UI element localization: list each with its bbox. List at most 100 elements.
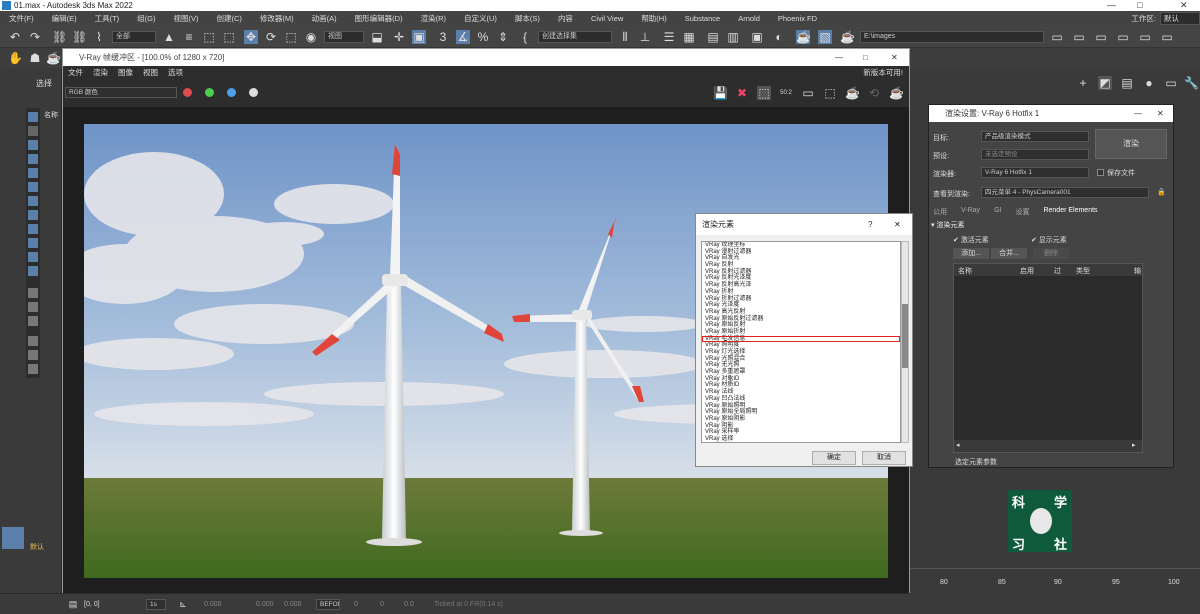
maximize-button[interactable]: □ (1137, 0, 1142, 11)
z-value[interactable]: 0.000 (284, 601, 302, 608)
render-icon-d[interactable]: ▭ (1116, 30, 1130, 44)
clear-image-icon[interactable]: ✖ (735, 86, 749, 100)
name-column-header[interactable]: 名称 (44, 110, 58, 120)
menu-graph-editors[interactable]: 图形编辑器(D) (346, 13, 412, 24)
display-geometry-icon[interactable] (28, 126, 38, 136)
render-teapot-icon[interactable]: ☕ (845, 86, 860, 100)
render-production-icon[interactable]: ☕ (840, 30, 855, 44)
help-button[interactable]: ? (868, 214, 872, 235)
rotate-icon[interactable]: ⟳ (264, 30, 278, 44)
named-selection-select[interactable]: 创建选择集 (538, 31, 612, 43)
select-manipulate-icon[interactable]: ✛ (392, 30, 406, 44)
redo-icon[interactable]: ↷ (28, 30, 42, 44)
bind-space-warp-icon[interactable]: ⌇ (92, 30, 106, 44)
save-image-icon[interactable]: 💾 (713, 86, 728, 100)
utilities-tab-icon[interactable]: 🔧 (1184, 76, 1199, 90)
delete-element-button[interactable]: 删除 (1033, 248, 1069, 259)
vfb-menu-image[interactable]: 图像 (113, 67, 138, 78)
render-elements-list[interactable]: VRay 纹理坐标 VRay 漫射过滤器 VRay 自发光 VRay 反射 VRay 反… (701, 241, 901, 443)
layer-icon[interactable] (28, 364, 38, 374)
scene-explorer-icon[interactable]: ☰ (662, 30, 676, 44)
filter-icon[interactable] (28, 350, 38, 360)
list-scrollbar-thumb[interactable] (902, 304, 908, 368)
menu-scripting[interactable]: 脚本(S) (506, 13, 549, 24)
vfb-menu-render[interactable]: 渲染 (88, 67, 113, 78)
mirror-icon[interactable]: ⫴ (618, 30, 632, 44)
display-all-icon[interactable] (28, 288, 38, 298)
render-icon-c[interactable]: ▭ (1094, 30, 1108, 44)
display-xrefs-icon[interactable] (28, 224, 38, 234)
render-setup-close[interactable]: ✕ (1157, 105, 1164, 122)
blue-channel-icon[interactable] (227, 88, 236, 97)
render-element-item[interactable]: VRay 原始折射 (702, 329, 900, 336)
angle-snap-icon[interactable]: ∡ (456, 30, 470, 44)
display-tab-icon[interactable]: ▭ (1164, 76, 1178, 90)
curve-editor-icon[interactable]: ▥ (726, 30, 740, 44)
green-channel-icon[interactable] (205, 88, 214, 97)
close-button[interactable]: ✕ (1180, 0, 1188, 11)
vfb-minimize[interactable]: — (835, 49, 843, 66)
render-setup-minimize[interactable]: — (1134, 105, 1142, 122)
view-to-render-select[interactable]: 四元菜单 4 - PhysCamera001 (981, 187, 1149, 198)
render-element-item[interactable]: VRay 纹理坐标 (702, 242, 900, 249)
display-lights-icon[interactable] (28, 154, 38, 164)
select-by-name-icon[interactable]: ≡ (182, 30, 196, 44)
col-name[interactable]: 名称 (958, 266, 972, 276)
rect-selection-icon[interactable]: ⬚ (202, 30, 216, 44)
menu-tools[interactable]: 工具(T) (86, 13, 129, 24)
scroll-right-icon[interactable]: ▸ (1132, 441, 1136, 449)
toggle-ribbon-icon[interactable]: ▤ (706, 30, 720, 44)
teapot-icon[interactable]: ☕ (46, 51, 61, 65)
vfb-menu-options[interactable]: 选项 (163, 67, 188, 78)
rendered-frame-window-icon[interactable]: ▧ (818, 30, 832, 44)
render-icon-b[interactable]: ▭ (1072, 30, 1086, 44)
funnel-icon[interactable] (28, 336, 38, 346)
move-icon[interactable]: ✥ (244, 30, 258, 44)
interactive-render-icon[interactable]: ☕ (889, 86, 904, 100)
menu-arnold[interactable]: Arnold (729, 14, 769, 23)
timeline[interactable]: 80 85 90 95 100 (910, 568, 1200, 614)
modify-tab-icon[interactable]: ◩ (1098, 76, 1112, 90)
vfb-menu-file[interactable]: 文件 (63, 67, 88, 78)
render-element-item[interactable]: VRay 光泽度 (702, 302, 900, 309)
render-element-item[interactable]: VRay 采样率 (702, 429, 900, 436)
tab-common[interactable]: 公用 (929, 205, 957, 217)
keyboard-shortcut-icon[interactable]: ▣ (412, 30, 426, 44)
render-element-item[interactable]: VRay 高光反射 (702, 309, 900, 316)
render-element-item[interactable]: VRay 法线 (702, 389, 900, 396)
elements-table[interactable]: 名称 启用 过 类型 输 ◂ ▸ (953, 263, 1143, 453)
menu-rendering[interactable]: 渲染(R) (412, 13, 455, 24)
motion-tab-icon[interactable]: ● (1142, 76, 1156, 90)
stop-render-icon[interactable]: ⟲ (867, 86, 881, 100)
save-file-checkbox[interactable] (1097, 169, 1104, 176)
selection-lock[interactable]: 1s (146, 599, 166, 610)
minimize-button[interactable]: — (1107, 0, 1116, 11)
render-element-item[interactable]: VRay 折射 (702, 289, 900, 296)
display-spacewarps-icon[interactable] (28, 196, 38, 206)
display-containers-icon[interactable] (28, 252, 38, 262)
hierarchy-tab-icon[interactable]: ▤ (1120, 76, 1134, 90)
hand-icon[interactable]: ✋ (8, 51, 23, 65)
render-icon-e[interactable]: ▭ (1138, 30, 1152, 44)
select-object-icon[interactable]: ▲ (162, 30, 176, 44)
list-scrollbar[interactable] (901, 241, 909, 443)
menu-create[interactable]: 创建(C) (208, 13, 251, 24)
scroll-left-icon[interactable]: ◂ (956, 441, 960, 449)
elements-table-scrollbar[interactable]: ◂ ▸ (954, 440, 1142, 452)
render-setup-icon[interactable]: ☕ (796, 30, 811, 44)
display-groups-icon[interactable] (28, 210, 38, 220)
vfb-channel-select[interactable]: RGB 颜色 (65, 87, 177, 98)
paint-icon[interactable]: ☗ (28, 51, 42, 65)
vfb-close[interactable]: ✕ (891, 49, 898, 66)
red-channel-icon[interactable] (183, 88, 192, 97)
display-invert-icon[interactable] (28, 316, 38, 326)
selection-filter[interactable]: 全部 (112, 31, 156, 43)
tab-render-elements[interactable]: Render Elements (1039, 205, 1097, 217)
scene-explorer-icon-big[interactable] (2, 527, 24, 549)
x-value[interactable]: 0.000 (204, 601, 222, 608)
menu-phoenix[interactable]: Phoenix FD (769, 14, 826, 23)
col-output[interactable]: 输 (1134, 266, 1141, 276)
maxscript-icon[interactable]: ▤ (66, 597, 80, 611)
render-icon-f[interactable]: ▭ (1160, 30, 1174, 44)
col-enabled[interactable]: 启用 (1020, 266, 1034, 276)
